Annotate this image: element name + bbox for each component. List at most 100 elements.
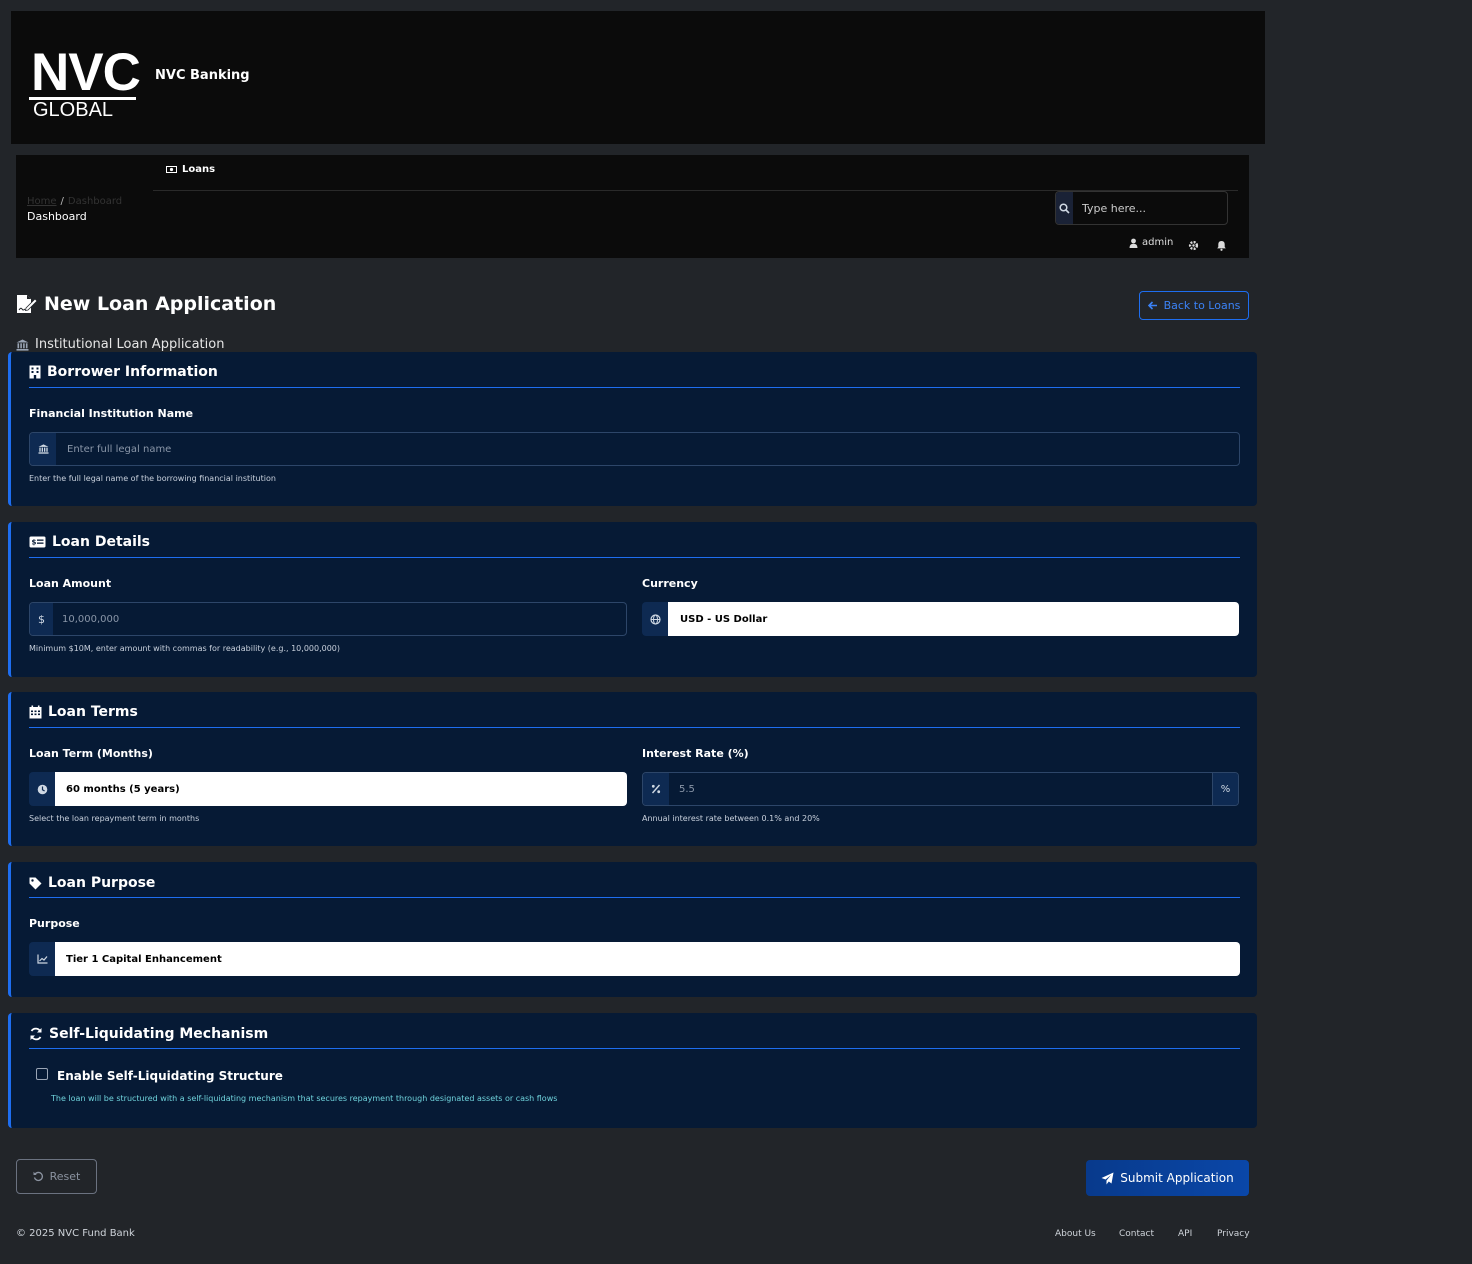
institution-name-label: Financial Institution Name xyxy=(29,407,194,420)
top-header: NVC GLOBAL NVC Banking xyxy=(11,11,1265,144)
nvc-global-logo[interactable]: NVC GLOBAL xyxy=(29,43,141,121)
purpose-group: Tier 1 Capital Enhancement xyxy=(29,942,1240,976)
interest-rate-group: 5.5 % xyxy=(642,772,1239,806)
institution-name-help: Enter the full legal name of the borrowi… xyxy=(29,474,276,483)
search-box xyxy=(1055,191,1228,225)
loan-terms-card: Loan Terms Loan Term (Months) 60 months … xyxy=(8,692,1257,846)
currency-group: USD - US Dollar xyxy=(642,602,1239,636)
nav-item-loans[interactable]: Loans xyxy=(166,164,215,175)
loan-amount-group: $ 10,000,000 xyxy=(29,602,627,636)
paper-plane-icon xyxy=(1101,1172,1114,1184)
page-title-row: New Loan Application xyxy=(16,293,276,315)
loan-term-group: 60 months (5 years) xyxy=(29,772,627,806)
footer-link-api[interactable]: API xyxy=(1178,1229,1192,1239)
borrower-information-card: Borrower Information Financial Instituti… xyxy=(8,352,1257,506)
money-icon xyxy=(166,166,177,173)
breadcrumb-separator: / xyxy=(60,196,64,207)
logo-main-text: NVC xyxy=(31,43,141,102)
tag-icon xyxy=(29,877,42,889)
institution-name-group: Enter full legal name xyxy=(29,432,1240,466)
bell-icon[interactable] xyxy=(1216,236,1227,255)
back-to-loans-label: Back to Loans xyxy=(1163,299,1241,312)
self-liquidating-checkbox-label[interactable]: Enable Self-Liquidating Structure xyxy=(57,1069,283,1083)
footer-link-about[interactable]: About Us xyxy=(1055,1229,1096,1239)
navbar: Loans Home/Dashboard Dashboard admin xyxy=(16,155,1249,258)
interest-rate-input[interactable]: 5.5 xyxy=(669,773,1212,805)
breadcrumb-current: Dashboard xyxy=(67,196,123,207)
breadcrumb: Home / Dashboard xyxy=(27,196,122,207)
building-icon xyxy=(29,365,41,379)
page-label: Dashboard xyxy=(27,210,87,223)
undo-icon xyxy=(33,1171,43,1182)
card-divider xyxy=(29,557,1240,558)
submit-application-button[interactable]: Submit Application xyxy=(1086,1160,1249,1196)
institution-name-input[interactable]: Enter full legal name xyxy=(56,433,1239,465)
sync-icon xyxy=(30,1027,42,1041)
card-title: Self-Liquidating Mechanism xyxy=(29,1026,268,1042)
card-divider xyxy=(29,897,1240,898)
svg-text:$: $ xyxy=(32,539,37,547)
form-subtitle-text: Institutional Loan Application xyxy=(35,337,225,352)
user-name: admin xyxy=(1142,237,1174,248)
footer-link-contact[interactable]: Contact xyxy=(1119,1229,1154,1239)
self-liquidating-help: The loan will be structured with a self-… xyxy=(51,1094,558,1103)
footer-link-privacy[interactable]: Privacy xyxy=(1217,1229,1250,1239)
nav-loans-label: Loans xyxy=(182,164,216,175)
loan-amount-input[interactable]: 10,000,000 xyxy=(53,603,626,635)
card-title: Loan Purpose xyxy=(29,875,155,891)
search-input[interactable] xyxy=(1073,192,1227,224)
page-title: New Loan Application xyxy=(44,293,277,315)
form-subtitle: Institutional Loan Application xyxy=(16,337,224,352)
file-signature-icon xyxy=(17,295,38,313)
bank-icon xyxy=(16,339,29,351)
loan-amount-help: Minimum $10M, enter amount with commas f… xyxy=(29,644,341,653)
interest-rate-label: Interest Rate (%) xyxy=(642,747,749,760)
loan-amount-label: Loan Amount xyxy=(29,577,112,590)
loan-details-title: Loan Details xyxy=(52,534,151,550)
globe-icon xyxy=(642,602,668,636)
self-liquidating-checkbox[interactable] xyxy=(36,1068,48,1080)
currency-label: Currency xyxy=(642,577,698,590)
card-divider xyxy=(29,387,1240,388)
money-check-icon: $ xyxy=(29,536,46,548)
user-menu[interactable]: admin xyxy=(1129,237,1173,248)
loan-term-help: Select the loan repayment term in months xyxy=(29,814,200,823)
borrower-title: Borrower Information xyxy=(47,364,218,380)
user-icon xyxy=(1129,238,1138,248)
bank-icon xyxy=(30,433,56,465)
card-title: Loan Terms xyxy=(29,704,138,720)
clock-icon xyxy=(29,772,55,806)
footer-copyright: © 2025 NVC Fund Bank xyxy=(16,1228,135,1239)
submit-label: Submit Application xyxy=(1120,1171,1234,1185)
currency-select[interactable]: USD - US Dollar xyxy=(668,602,1239,636)
reset-label: Reset xyxy=(49,1170,81,1183)
back-to-loans-button[interactable]: Back to Loans xyxy=(1139,291,1249,320)
self-liquidating-title: Self-Liquidating Mechanism xyxy=(49,1026,269,1042)
loan-details-card: $ Loan Details Loan Amount $ 10,000,000 … xyxy=(8,522,1257,677)
card-divider xyxy=(29,1048,1240,1049)
loan-terms-title: Loan Terms xyxy=(48,704,138,720)
purpose-label: Purpose xyxy=(29,917,80,930)
search-icon[interactable] xyxy=(1056,192,1073,224)
percent-suffix: % xyxy=(1212,773,1238,805)
dollar-prefix: $ xyxy=(30,603,53,635)
percentage-icon xyxy=(643,773,669,805)
self-liquidating-card: Self-Liquidating Mechanism Enable Self-L… xyxy=(8,1013,1257,1128)
loan-term-select[interactable]: 60 months (5 years) xyxy=(55,772,627,806)
brand-name[interactable]: NVC Banking xyxy=(155,68,250,83)
chart-line-icon xyxy=(29,942,55,976)
breadcrumb-home[interactable]: Home xyxy=(27,196,57,207)
loan-purpose-card: Loan Purpose Purpose Tier 1 Capital Enha… xyxy=(8,862,1257,997)
loan-term-label: Loan Term (Months) xyxy=(29,747,153,760)
arrow-left-icon xyxy=(1147,301,1157,310)
gear-icon[interactable] xyxy=(1188,236,1199,255)
logo-sub-text: GLOBAL xyxy=(33,99,114,121)
purpose-select[interactable]: Tier 1 Capital Enhancement xyxy=(55,942,1240,976)
loan-purpose-title: Loan Purpose xyxy=(48,875,156,891)
calendar-icon xyxy=(29,705,42,719)
reset-button[interactable]: Reset xyxy=(16,1159,97,1194)
card-divider xyxy=(29,727,1240,728)
card-title: $ Loan Details xyxy=(29,534,150,550)
card-title: Borrower Information xyxy=(29,364,218,380)
interest-rate-help: Annual interest rate between 0.1% and 20… xyxy=(642,814,820,823)
